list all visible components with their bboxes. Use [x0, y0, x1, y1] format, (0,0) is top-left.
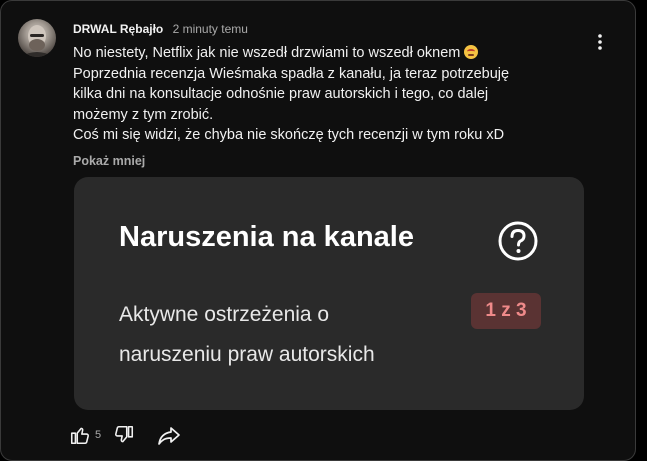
dislike-button[interactable] [113, 424, 135, 446]
comment-actions: 5 [69, 424, 181, 446]
thumb-down-icon [115, 425, 134, 443]
comment-line: kilka dni na konsultacje odnośnie praw a… [73, 86, 489, 103]
comment-line: możemy z tym zrobić. [73, 106, 214, 123]
comment-line: Poprzednia recenzja Wieśmaka spadła z ka… [73, 65, 510, 82]
like-count: 5 [95, 429, 102, 441]
comment-time[interactable]: 2 minuty temu [173, 22, 248, 36]
author-name[interactable]: DRWAL Rębajło [73, 22, 163, 36]
embedded-text-line: naruszeniu praw autorskich [119, 343, 375, 366]
comment-line: Coś mi się widzi, że chyba nie skończę t… [73, 127, 505, 144]
thumb-up-icon [70, 427, 89, 445]
share-icon [158, 427, 180, 445]
dizzy-face-emoji [464, 45, 479, 59]
like-button[interactable] [69, 424, 91, 446]
comment-card: DRWAL Rębajło 2 minuty temu No niestety,… [0, 0, 636, 461]
help-circle-icon [497, 220, 539, 262]
comment-text: No niestety, Netflix jak nie wszedł drzw… [73, 43, 613, 146]
show-less-link[interactable]: Pokaż mniej [73, 154, 145, 168]
comment-line: No niestety, Netflix jak nie wszedł drzw… [73, 43, 613, 64]
embedded-title: Naruszenia na kanale [119, 221, 414, 253]
embedded-screenshot: Naruszenia na kanale Aktywne ostrzeżenia… [74, 177, 584, 410]
comment-header: DRWAL Rębajło 2 minuty temu [73, 22, 248, 36]
strike-count-badge: 1 z 3 [471, 293, 541, 329]
share-button[interactable] [157, 424, 181, 446]
avatar[interactable] [18, 19, 56, 57]
embedded-text-line: Aktywne ostrzeżenia o [119, 303, 330, 326]
embedded-description: Aktywne ostrzeżenia o naruszeniu praw au… [119, 295, 375, 375]
